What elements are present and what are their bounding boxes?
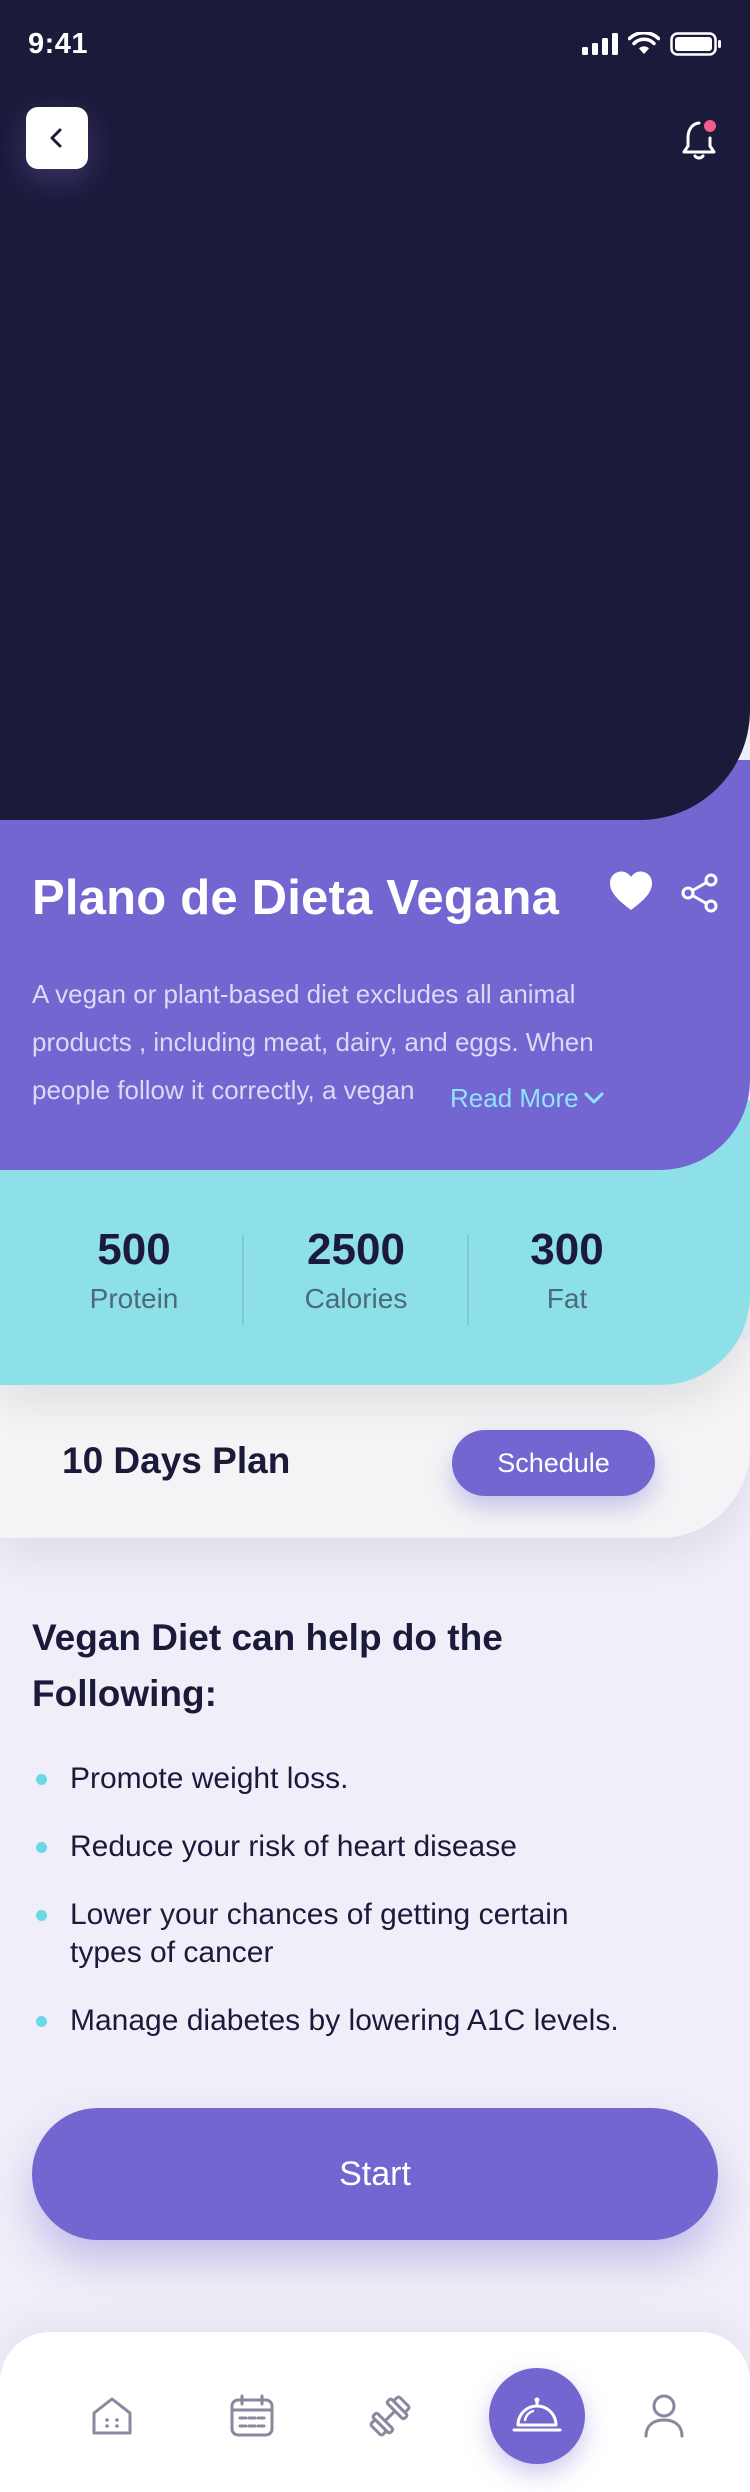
cloche-icon [512,2397,562,2432]
status-icons [582,32,722,56]
home-icon [92,2397,132,2435]
bullet-dot [36,2016,47,2027]
stat-label: Calories [304,1283,408,1314]
stat-label: Protein [89,1283,179,1314]
plan-duration-label: 10 Days Plan [62,1440,291,1481]
status-bar: 9:41 [0,0,750,88]
nav-calendar[interactable] [224,2388,280,2444]
benefit-text: Promote weight loss. [70,1762,349,1795]
stat-divider [242,1235,244,1325]
plan-title: Plano de Dieta Vegana [32,871,560,925]
stat-calories: 2500 Calories [256,1225,456,1315]
heart-icon [610,871,652,910]
read-more-label: Read More [450,1083,579,1113]
notification-button[interactable] [676,112,726,166]
benefit-text: Lower your chances of getting certain ty… [70,1898,569,1969]
bottom-nav [0,2332,750,2492]
chevron-down-icon [584,1092,604,1104]
start-button[interactable]: Start [32,2108,718,2240]
share-icon [681,873,718,913]
notification-dot [702,118,718,134]
nav-workout[interactable] [362,2388,418,2444]
dumbbell-icon [369,2395,411,2437]
stat-value: 2500 [307,1225,405,1274]
nav-home[interactable] [84,2388,140,2444]
status-time: 9:41 [28,27,89,60]
list-item: Lower your chances of getting certain ty… [32,1896,692,1972]
benefits-title: Vegan Diet can help do the Following: [32,1617,503,1714]
share-button[interactable] [680,873,720,918]
read-more-link[interactable]: Read More [450,1074,605,1122]
benefits-list: Promote weight loss. Reduce your risk of… [32,1760,692,2070]
nav-profile[interactable] [636,2388,692,2444]
profile-icon [644,2394,684,2438]
battery-icon [670,32,721,56]
stat-protein: 500 Protein [34,1225,234,1315]
stat-fat: 300 Fat [467,1225,667,1315]
schedule-button[interactable]: Schedule [452,1430,655,1496]
wifi-icon [628,32,660,54]
stat-value: 300 [530,1225,604,1274]
benefit-text: Manage diabetes by lowering A1C levels. [70,2004,619,2037]
list-item: Reduce your risk of heart disease [32,1828,692,1866]
list-item: Manage diabetes by lowering A1C levels. [32,2002,692,2040]
plan-info-card: Plano de Dieta Vegana A vegan or plant-b… [0,760,750,1170]
hero-image-area: 9:41 [0,0,750,820]
bullet-dot [36,1842,47,1853]
signal-icon [582,33,618,55]
nav-meals[interactable] [489,2368,585,2464]
bullet-dot [36,1910,47,1921]
list-item: Promote weight loss. [32,1760,692,1798]
benefit-text: Reduce your risk of heart disease [70,1830,517,1863]
back-button[interactable] [26,107,88,169]
calendar-icon [230,2394,274,2437]
stat-value: 500 [97,1225,171,1274]
bullet-dot [36,1774,47,1785]
chevron-left-icon [50,128,62,148]
stat-label: Fat [546,1283,588,1314]
bell-icon [682,118,718,160]
favorite-button[interactable] [608,870,654,917]
